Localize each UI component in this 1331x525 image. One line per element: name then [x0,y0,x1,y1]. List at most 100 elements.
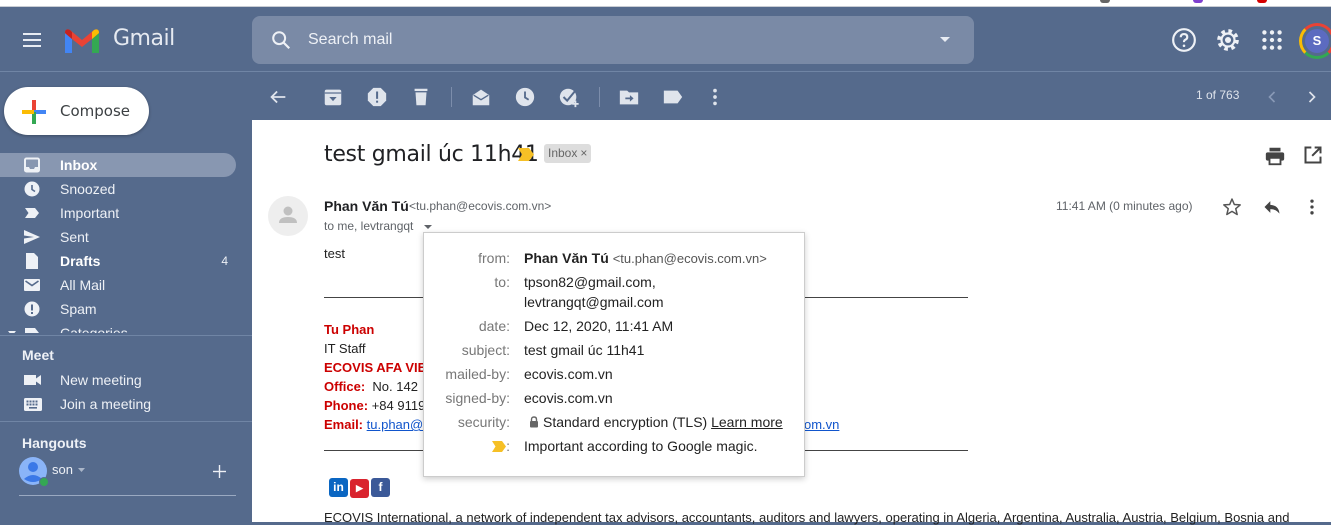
sidebar-item-label: Spam [60,301,97,317]
status-dropdown-icon[interactable] [78,468,85,472]
star-icon[interactable] [1222,197,1242,217]
detail-value: ecovis.com.vn [524,366,613,382]
snooze-icon[interactable] [514,86,536,108]
search-input[interactable] [308,28,908,52]
video-camera-icon [24,375,41,385]
signature-email-link[interactable]: tu.phan@ [367,417,424,432]
new-conversation-plus-icon[interactable] [213,465,226,478]
newer-chevron-icon[interactable] [1262,86,1282,108]
sidebar-item-drafts[interactable]: Drafts 4 [0,249,236,273]
label-icon [25,328,39,333]
important-icon [25,208,39,218]
sidebar-item-sent[interactable]: Sent [0,225,236,249]
signature-phone: Phone: +84 9119 [324,396,425,415]
signature-company-text: ECOVIS AFA VIE [324,360,427,375]
social-links: in ▶ f [329,478,392,498]
apps-icon[interactable] [1259,27,1285,53]
extension-indicator [1257,0,1267,3]
sidebar-item-categories[interactable]: Categories [0,321,236,333]
expand-caret-icon[interactable] [8,331,16,333]
gmail-logo-icon[interactable] [63,27,101,55]
sidebar-item-inbox[interactable]: Inbox [0,153,236,177]
detail-key: : [492,438,510,454]
hangouts-avatar[interactable] [19,457,49,487]
search-icon[interactable] [270,29,292,51]
compose-button[interactable]: Compose [4,87,149,135]
search-options-caret-icon[interactable] [940,37,950,42]
detail-value: Important according to Google magic. [524,438,758,454]
toolbar-divider [599,87,600,107]
show-details-caret-icon[interactable] [424,225,432,229]
toolbar-divider [451,87,452,107]
learn-more-link[interactable]: Learn more [711,414,783,430]
sidebar: Compose Inbox Snoozed Important Sent Dra… [0,73,252,522]
sender-name: Phan Văn Tú [324,198,409,214]
join-meeting-label: Join a meeting [60,396,152,412]
detail-key: mailed-by: [445,366,510,382]
sidebar-item-label: Categories [60,325,128,333]
reply-icon[interactable] [1262,197,1282,217]
hangouts-user-name[interactable]: son [52,462,73,477]
sidebar-item-label: Sent [60,229,89,245]
more-options-icon[interactable] [704,86,726,108]
linkedin-icon[interactable]: in [329,478,348,497]
sidebar-item-snoozed[interactable]: Snoozed [0,177,236,201]
message-time: 11:41 AM (0 minutes ago) [1056,199,1193,213]
add-to-tasks-icon[interactable] [558,86,580,108]
detail-key: from: [478,250,510,266]
detail-value: tpson82@gmail.com, [524,274,656,290]
menu-icon-bar [23,39,41,41]
detail-value: ecovis.com.vn [524,390,613,406]
office-value: No. 142 [372,379,418,394]
sidebar-item-important[interactable]: Important [0,201,236,225]
lock-icon [530,416,538,428]
detail-value: Dec 12, 2020, 11:41 AM [524,318,674,334]
mark-unread-icon[interactable] [470,86,492,108]
print-icon[interactable] [1264,145,1286,167]
move-to-icon[interactable] [618,86,640,108]
message-more-icon[interactable] [1302,197,1322,217]
open-new-window-icon[interactable] [1303,145,1323,165]
account-button[interactable]: S [1299,23,1331,59]
menu-icon [23,33,41,35]
facebook-icon[interactable]: f [371,478,390,497]
browser-top-strip [0,0,1331,7]
archive-icon[interactable] [322,86,344,108]
join-meeting-button[interactable]: Join a meeting [0,393,250,417]
drafts-count: 4 [221,254,228,268]
report-spam-icon[interactable] [366,86,388,108]
sidebar-item-all-mail[interactable]: All Mail [0,273,236,297]
email-label: Email: [324,417,364,432]
back-arrow-icon[interactable] [267,86,289,108]
delete-icon[interactable] [410,86,432,108]
phone-value: +84 9119 [371,398,426,413]
recipients-line[interactable]: to me, levtrangqt [324,219,413,233]
new-meeting-label: New meeting [60,372,142,388]
meet-section-title: Meet [22,347,54,363]
main-menu-button[interactable] [20,28,44,52]
signature-website-link[interactable]: om.vn [804,417,839,432]
youtube-icon[interactable]: ▶ [350,479,369,498]
help-icon[interactable] [1171,27,1197,53]
importance-key-colon: : [506,438,510,454]
label-as-icon[interactable] [662,86,684,108]
new-meeting-button[interactable]: New meeting [0,369,250,393]
sidebar-item-spam[interactable]: Spam [0,297,236,321]
sidebar-item-label: Inbox [60,157,98,173]
signature-title: IT Staff [324,341,366,356]
sender-avatar[interactable] [268,196,308,236]
office-label: Office: [324,379,366,394]
sidebar-item-label: Snoozed [60,181,116,197]
sidebar-item-label: Drafts [60,253,101,269]
label-chip-text: Inbox [548,146,578,160]
message-body: test [324,246,345,261]
signature-company: ECOVIS AFA VIE [324,358,426,377]
mail-icon [24,279,40,291]
older-chevron-icon[interactable] [1302,86,1322,108]
footer-disclaimer: ECOVIS International, a network of indep… [324,510,1290,525]
settings-icon[interactable] [1215,27,1241,53]
important-marker-icon[interactable] [518,148,534,161]
sender-email: <tu.phan@ecovis.com.vn> [409,199,552,213]
draft-icon [26,253,38,269]
remove-label-button[interactable]: × [580,146,587,160]
